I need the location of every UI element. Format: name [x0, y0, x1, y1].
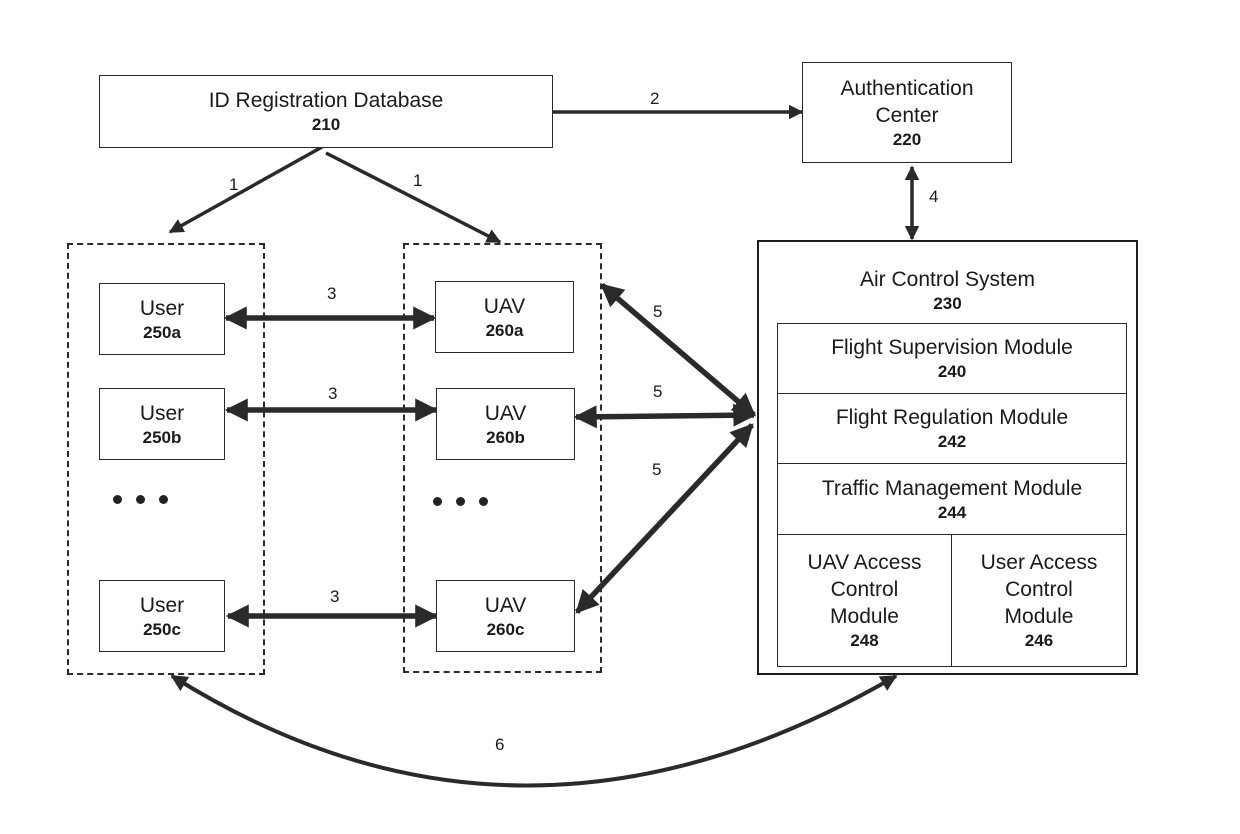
module-title: Flight Regulation Module: [835, 406, 1069, 429]
node-title: ID Registration Database: [208, 89, 444, 112]
module-title-line3: Module: [1004, 605, 1074, 628]
edge-label-4: 4: [929, 187, 939, 206]
node-title: User: [139, 593, 185, 617]
module-title: Traffic Management Module: [821, 476, 1083, 500]
edge-label-5c: 5: [652, 460, 662, 479]
arrow-1-to-uavs: [325, 151, 502, 244]
arrow-6: [170, 674, 898, 788]
ellipsis-dot: [136, 495, 145, 504]
module-title-line2: Control: [830, 578, 899, 601]
uav-node-260a: UAV 260a: [435, 281, 574, 353]
uav-node-260c: UAV 260c: [436, 580, 575, 652]
arrow-5a: [600, 282, 756, 418]
node-ref: 210: [311, 115, 341, 134]
flight-regulation-module: Flight Regulation Module 242: [777, 393, 1127, 464]
edge-label-1a: 1: [229, 175, 239, 194]
user-node-250c: User 250c: [99, 580, 225, 652]
ellipsis-dot: [479, 497, 488, 506]
module-title-line3: Module: [830, 605, 899, 628]
node-title: User: [139, 296, 185, 320]
module-title-line2: Control: [1005, 578, 1073, 601]
ellipsis-dot: [113, 495, 122, 504]
node-title: Air Control System: [859, 268, 1036, 291]
edge-label-1b: 1: [413, 171, 423, 190]
node-title-line1: Authentication: [840, 76, 974, 100]
node-title: UAV: [484, 401, 527, 425]
node-ref: 230: [933, 294, 962, 313]
acs-title-block: Air Control System 230: [759, 266, 1136, 315]
node-title: User: [139, 401, 185, 425]
edge-label-5b: 5: [653, 382, 663, 401]
module-title: Flight Supervision Module: [831, 336, 1073, 359]
module-ref: 246: [1024, 631, 1054, 650]
module-ref: 242: [937, 432, 967, 451]
edge-label-2: 2: [650, 89, 660, 108]
node-ref: 220: [892, 129, 922, 149]
uav-node-260b: UAV 260b: [436, 388, 575, 460]
module-ref: 240: [937, 362, 967, 381]
node-ref: 250c: [143, 619, 181, 639]
edge-label-6: 6: [495, 735, 505, 754]
arrow-5b: [573, 403, 757, 429]
node-title-line2: Center: [875, 103, 939, 127]
module-ref: 248: [850, 631, 879, 650]
module-ref: 244: [937, 502, 967, 522]
user-node-250b: User 250b: [99, 388, 225, 460]
node-title: UAV: [484, 593, 527, 617]
node-title: UAV: [483, 294, 526, 318]
arrow-5c: [574, 423, 755, 614]
node-ref: 260b: [486, 427, 525, 447]
air-control-system-node: Air Control System 230 Flight Supervisio…: [757, 240, 1138, 675]
user-ellipsis: [113, 495, 168, 504]
id-registration-database-node: ID Registration Database 210: [99, 75, 553, 148]
flight-supervision-module: Flight Supervision Module 240: [777, 323, 1127, 394]
ellipsis-dot: [159, 495, 168, 504]
authentication-center-node: Authentication Center 220: [802, 62, 1012, 163]
edge-label-5a: 5: [653, 302, 663, 321]
node-ref: 260a: [485, 320, 524, 340]
user-access-control-module: User Access Control Module 246: [951, 534, 1127, 667]
uav-access-control-module: UAV Access Control Module 248: [777, 534, 952, 667]
node-ref: 250b: [142, 427, 182, 447]
traffic-management-module: Traffic Management Module 244: [777, 463, 1127, 535]
node-ref: 250a: [143, 322, 181, 342]
uav-ellipsis: [433, 497, 488, 506]
edge-label-3b: 3: [328, 384, 338, 403]
user-node-250a: User 250a: [99, 283, 225, 355]
arrow-1-to-users: [168, 145, 323, 234]
edge-label-3a: 3: [327, 284, 337, 303]
edge-label-3c: 3: [330, 587, 340, 606]
module-title-line1: User Access: [980, 551, 1098, 574]
module-title-line1: UAV Access: [807, 551, 922, 574]
ellipsis-dot: [456, 497, 465, 506]
node-ref: 260c: [486, 619, 525, 639]
ellipsis-dot: [433, 497, 442, 506]
